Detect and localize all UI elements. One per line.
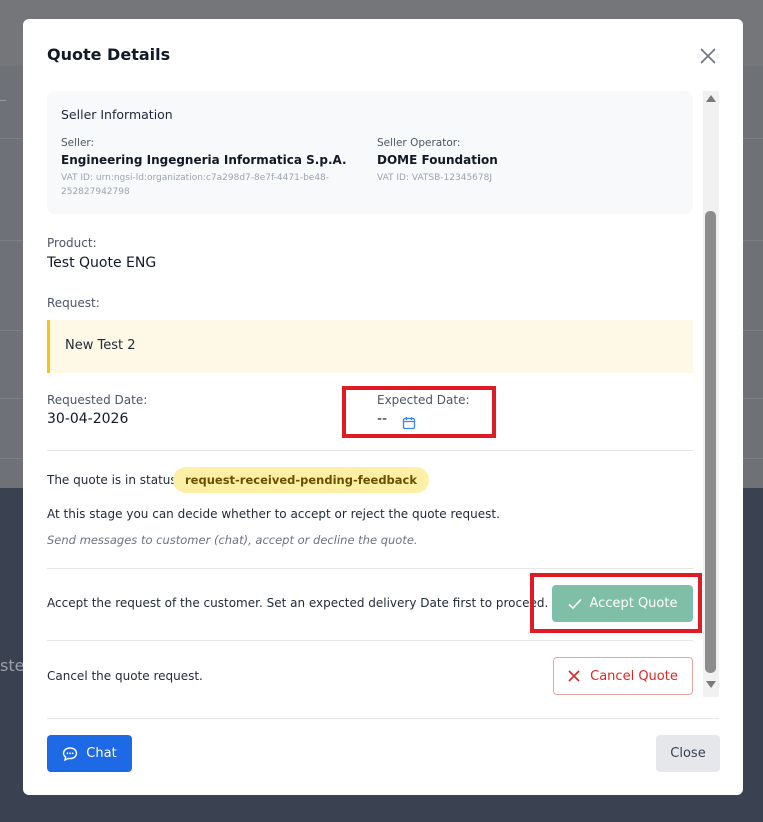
requested-date-value: 30-04-2026: [47, 411, 129, 427]
stage-note: At this stage you can decide whether to …: [47, 507, 500, 521]
divider: [47, 568, 693, 569]
divider: [47, 640, 693, 641]
accept-button-highlight: [530, 573, 702, 633]
accept-description: Accept the request of the customer. Set …: [47, 596, 549, 610]
operator-label: Seller Operator:: [377, 137, 461, 149]
scroll-thumb[interactable]: [705, 211, 716, 673]
expected-date-highlight: [342, 386, 496, 438]
chat-button[interactable]: Chat: [47, 735, 132, 772]
cancel-quote-button[interactable]: Cancel Quote: [553, 657, 693, 695]
backdrop-dash: [0, 100, 6, 101]
scroll-down-arrow[interactable]: [706, 681, 716, 688]
cancel-quote-label: Cancel Quote: [590, 668, 678, 684]
request-box: New Test 2: [47, 320, 693, 373]
status-prefix: The quote is in status:: [47, 473, 181, 487]
operator-name: DOME Foundation: [377, 153, 498, 167]
product-value: Test Quote ENG: [47, 255, 157, 271]
backdrop-partial-text: ste: [0, 656, 25, 675]
close-button[interactable]: Close: [656, 735, 720, 772]
close-icon[interactable]: [699, 47, 717, 65]
seller-name: Engineering Ingegneria Informatica S.p.A…: [61, 153, 347, 167]
seller-info-heading: Seller Information: [61, 107, 173, 122]
request-value: New Test 2: [65, 338, 136, 353]
operator-vat: VAT ID: VATSB-12345678J: [377, 173, 493, 183]
modal-body[interactable]: Seller Information Seller: Engineering I…: [47, 91, 719, 697]
chat-label: Chat: [86, 746, 117, 761]
scrollbar[interactable]: [703, 91, 719, 697]
requested-date-label: Requested Date:: [47, 393, 148, 407]
stage-hint: Send messages to customer (chat), accept…: [47, 533, 418, 547]
x-icon: [568, 670, 580, 682]
status-badge: request-received-pending-feedback: [173, 467, 430, 493]
scroll-up-arrow[interactable]: [706, 95, 716, 102]
cancel-description: Cancel the quote request.: [47, 669, 203, 683]
quote-details-modal: Quote Details Seller Information Seller:…: [23, 19, 743, 795]
footer-divider: [47, 718, 719, 719]
seller-label: Seller:: [61, 137, 95, 149]
request-label: Request:: [47, 296, 100, 310]
seller-vat-line1: VAT ID: urn:ngsi-ld:organization:c7a298d…: [61, 173, 330, 183]
divider: [47, 450, 693, 451]
product-label: Product:: [47, 236, 97, 250]
modal-title: Quote Details: [47, 45, 171, 64]
seller-info-card: Seller Information Seller: Engineering I…: [47, 91, 693, 214]
seller-vat-line2: 252827942798: [61, 187, 130, 197]
chat-bubble-icon: [63, 746, 78, 761]
